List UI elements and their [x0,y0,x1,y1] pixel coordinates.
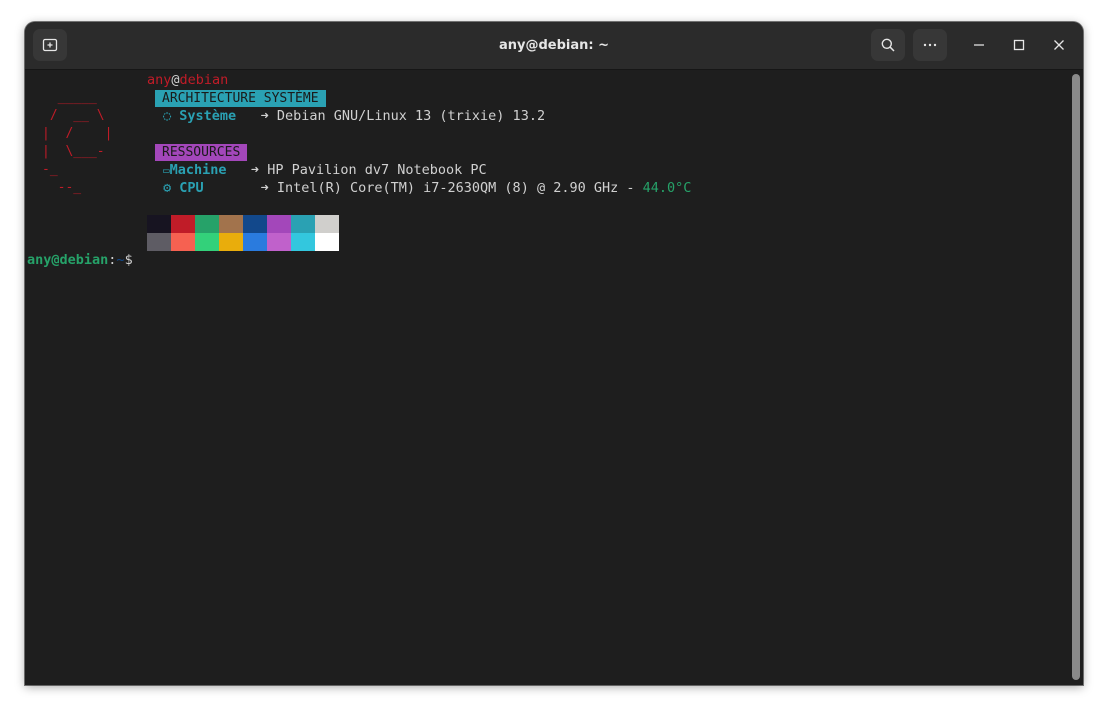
color-swatch-bright-4 [243,233,267,251]
arrow-icon: ➜ [260,180,269,196]
info-key: CPU [179,180,204,196]
cpu-temperature: 44.0°C [642,180,692,196]
arrow-icon: ➜ [260,108,269,124]
color-swatch-normal-4 [243,215,267,233]
section-resources-label: RESSOURCES [155,144,248,161]
more-options-icon [923,43,937,47]
info-value: Intel(R) Core(TM) i7-2630QM (8) @ 2.90 G… [276,180,643,196]
terminal-output[interactable]: any@debian _____ / __ \ | / | | \___- -_… [25,70,1069,685]
color-swatch-normal-1 [171,215,195,233]
color-swatch-bright-6 [291,233,315,251]
arrow-icon: ➜ [250,162,260,178]
info-key: Système [179,108,237,124]
color-swatch-normal-7 [315,215,339,233]
laptop-icon: ▭ [163,164,170,177]
color-swatch-bright-1 [171,233,195,251]
color-swatch-normal-5 [267,215,291,233]
menu-button[interactable] [913,29,947,61]
info-row-system: ◌ Système ➜ Debian GNU/Linux 13 (trixie)… [163,107,545,125]
section-architecture-label: ARCHITECTURE SYSTÈME [155,90,326,107]
color-swatch-bright-0 [147,233,171,251]
title-bar: any@debian: ~ [25,22,1083,70]
chip-icon: ⚙ [163,180,172,196]
info-row-machine: ▭Machine ➜ HP Pavilion dv7 Notebook PC [163,161,487,179]
maximize-button[interactable] [1009,35,1029,55]
color-swatch-bright-3 [219,233,243,251]
terminal-window: any@debian: ~ any@debian _____ / __ \ | … [25,22,1083,685]
color-swatch-normal-2 [195,215,219,233]
search-button[interactable] [871,29,905,61]
info-value: Debian GNU/Linux 13 (trixie) 13.2 [276,108,546,124]
color-swatch-normal-0 [147,215,171,233]
color-swatch-bright-7 [315,233,339,251]
close-icon [1054,40,1064,50]
debian-ascii-logo: _____ / __ \ | / | | \___- -_ --_ [42,90,113,195]
info-row-cpu: ⚙ CPU ➜ Intel(R) Core(TM) i7-2630QM (8) … [163,179,691,197]
maximize-icon [1013,39,1025,51]
color-swatch-normal-3 [219,215,243,233]
info-key: Machine [169,162,227,178]
color-swatch-bright-5 [267,233,291,251]
scrollbar[interactable] [1072,74,1080,680]
close-button[interactable] [1049,35,1069,55]
fetch-header: any@debian [147,72,229,88]
minimize-button[interactable] [969,35,989,55]
debian-swirl-icon: ◌ [163,108,172,124]
info-value: HP Pavilion dv7 Notebook PC [267,162,487,178]
color-swatch-normal-6 [291,215,315,233]
search-icon [881,38,895,52]
color-swatch-bright-2 [195,233,219,251]
minimize-icon [974,44,984,46]
shell-prompt[interactable]: any@debian:~$ [27,251,133,269]
